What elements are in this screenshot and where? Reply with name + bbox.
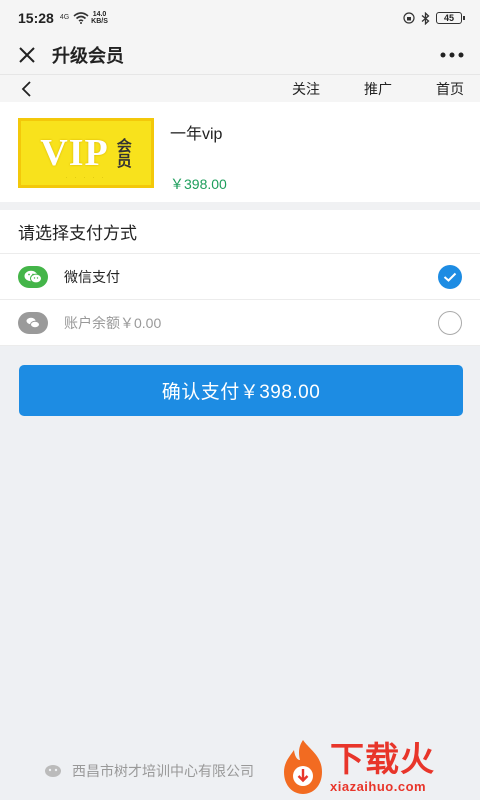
nav-link-follow[interactable]: 关注 <box>292 79 320 99</box>
page-title: 升级会员 <box>52 46 124 66</box>
watermark-en: xiazaihuo.com <box>330 778 427 794</box>
payment-option-wechat[interactable]: 微信支付 <box>0 254 480 300</box>
network-speed: 14.0 KB/S <box>91 11 108 25</box>
status-time: 15:28 <box>18 10 54 26</box>
battery-icon: 45 <box>436 12 465 24</box>
watermark-text: 下载火 xiazaihuo.com <box>330 741 435 794</box>
status-bar: 15:28 4G 14.0 KB/S 45 <box>0 0 480 36</box>
nav-link-home[interactable]: 首页 <box>436 79 464 99</box>
flame-logo-icon <box>284 740 322 794</box>
speed-unit: KB/S <box>91 18 108 25</box>
nav-bar: 关注 推广 首页 <box>0 74 480 102</box>
status-right: 45 <box>403 11 465 25</box>
payment-heading: 请选择支付方式 <box>0 210 480 254</box>
title-bar: 升级会员 <box>0 36 480 74</box>
radio-checked-icon[interactable] <box>438 264 462 289</box>
payment-option-balance[interactable]: 账户余额￥0.00 <box>0 300 480 346</box>
vip-logo-text: VIP <box>40 132 109 174</box>
company-icon <box>45 765 61 777</box>
product-info: 一年vip ￥398.00 <box>170 118 227 192</box>
radio-unchecked-icon[interactable] <box>438 310 462 335</box>
vip-logo-decoration: · · · · · <box>65 175 107 181</box>
payment-option-label: 账户余额￥0.00 <box>64 314 162 331</box>
network-indicator: 4G <box>59 14 70 21</box>
watermark-cn: 下载火 <box>330 740 435 779</box>
lock-rotation-icon <box>403 12 415 24</box>
back-icon[interactable] <box>16 80 36 98</box>
coins-icon <box>18 311 48 334</box>
more-icon[interactable] <box>440 52 464 58</box>
product-name: 一年vip <box>170 126 223 143</box>
product-price: ￥398.00 <box>170 176 227 192</box>
payment-option-label: 微信支付 <box>64 268 120 285</box>
payment-section: 请选择支付方式 微信支付 账户余额￥0.00 <box>0 210 480 346</box>
watermark: 下载火 xiazaihuo.com <box>280 734 480 800</box>
speed-value: 14.0 <box>92 11 107 18</box>
section-divider <box>0 202 480 210</box>
vip-logo-sub: 会员 <box>114 138 132 168</box>
wifi-icon <box>73 12 89 24</box>
nav-link-promote[interactable]: 推广 <box>364 79 392 99</box>
confirm-pay-button[interactable]: 确认支付￥398.00 <box>19 365 463 416</box>
wechat-icon <box>18 265 48 288</box>
close-icon[interactable] <box>16 46 38 64</box>
bluetooth-icon <box>421 11 430 25</box>
vip-logo: VIP 会员 · · · · · <box>18 118 154 188</box>
company-name: 西昌市树才培训中心有限公司 <box>72 763 254 779</box>
nav-links: 关注 推广 首页 <box>248 79 464 99</box>
product-card: VIP 会员 · · · · · 一年vip ￥398.00 <box>0 102 480 202</box>
